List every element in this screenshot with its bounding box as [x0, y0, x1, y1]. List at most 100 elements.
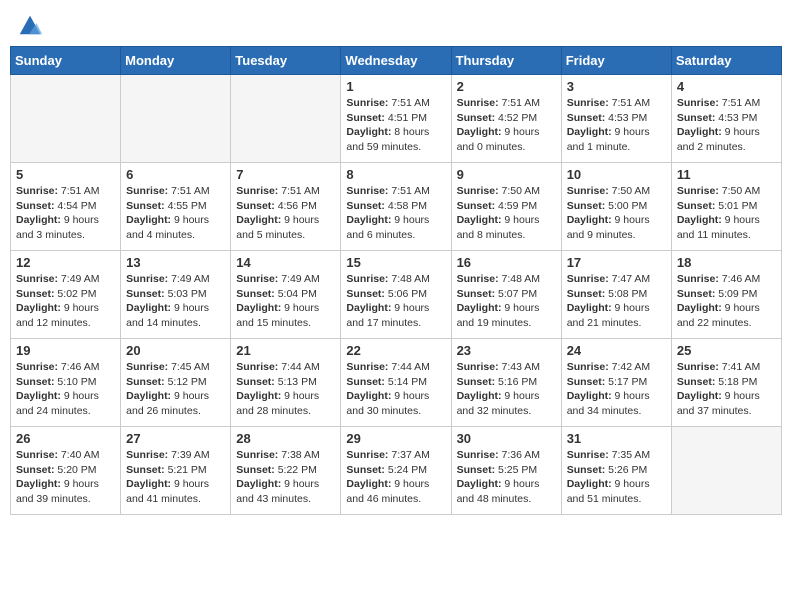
day-info: Sunrise: 7:40 AMSunset: 5:20 PMDaylight:…	[16, 448, 115, 507]
day-cell: 7 Sunrise: 7:51 AMSunset: 4:56 PMDaylight…	[231, 163, 341, 251]
day-info: Sunrise: 7:39 AMSunset: 5:21 PMDaylight:…	[126, 448, 225, 507]
day-info: Sunrise: 7:51 AMSunset: 4:52 PMDaylight:…	[457, 96, 556, 155]
day-number: 29	[346, 431, 445, 446]
day-header-friday: Friday	[561, 47, 671, 75]
day-number: 27	[126, 431, 225, 446]
day-cell: 3 Sunrise: 7:51 AMSunset: 4:53 PMDaylight…	[561, 75, 671, 163]
day-cell: 18 Sunrise: 7:46 AMSunset: 5:09 PMDayligh…	[671, 251, 781, 339]
day-info: Sunrise: 7:50 AMSunset: 5:01 PMDaylight:…	[677, 184, 776, 243]
day-number: 18	[677, 255, 776, 270]
day-header-wednesday: Wednesday	[341, 47, 451, 75]
day-number: 9	[457, 167, 556, 182]
day-number: 12	[16, 255, 115, 270]
day-number: 31	[567, 431, 666, 446]
day-number: 19	[16, 343, 115, 358]
day-info: Sunrise: 7:46 AMSunset: 5:09 PMDaylight:…	[677, 272, 776, 331]
day-cell: 1 Sunrise: 7:51 AMSunset: 4:51 PMDaylight…	[341, 75, 451, 163]
week-row-1: 1 Sunrise: 7:51 AMSunset: 4:51 PMDaylight…	[11, 75, 782, 163]
day-cell: 16 Sunrise: 7:48 AMSunset: 5:07 PMDayligh…	[451, 251, 561, 339]
day-cell: 9 Sunrise: 7:50 AMSunset: 4:59 PMDaylight…	[451, 163, 561, 251]
day-cell: 22 Sunrise: 7:44 AMSunset: 5:14 PMDayligh…	[341, 339, 451, 427]
page-header	[10, 10, 782, 38]
day-info: Sunrise: 7:51 AMSunset: 4:55 PMDaylight:…	[126, 184, 225, 243]
day-cell: 29 Sunrise: 7:37 AMSunset: 5:24 PMDayligh…	[341, 427, 451, 515]
day-number: 15	[346, 255, 445, 270]
day-info: Sunrise: 7:42 AMSunset: 5:17 PMDaylight:…	[567, 360, 666, 419]
week-row-3: 12Sunrise: 7:49 AMSunset: 5:02 PMDayligh…	[11, 251, 782, 339]
day-info: Sunrise: 7:37 AMSunset: 5:24 PMDaylight:…	[346, 448, 445, 507]
day-cell: 19 Sunrise: 7:46 AMSunset: 5:10 PMDayligh…	[11, 339, 121, 427]
day-cell	[11, 75, 121, 163]
day-info: Sunrise: 7:51 AMSunset: 4:54 PMDaylight:…	[16, 184, 115, 243]
day-header-sunday: Sunday	[11, 47, 121, 75]
day-number: 24	[567, 343, 666, 358]
day-cell: 10Sunrise: 7:50 AMSunset: 5:00 PMDayligh…	[561, 163, 671, 251]
logo	[14, 10, 44, 38]
day-number: 2	[457, 79, 556, 94]
day-info: Sunrise: 7:46 AMSunset: 5:10 PMDaylight:…	[16, 360, 115, 419]
day-info: Sunrise: 7:41 AMSunset: 5:18 PMDaylight:…	[677, 360, 776, 419]
day-info: Sunrise: 7:44 AMSunset: 5:14 PMDaylight:…	[346, 360, 445, 419]
day-header-thursday: Thursday	[451, 47, 561, 75]
day-cell: 4Sunrise: 7:51 AMSunset: 4:53 PMDaylight…	[671, 75, 781, 163]
day-info: Sunrise: 7:45 AMSunset: 5:12 PMDaylight:…	[126, 360, 225, 419]
day-number: 25	[677, 343, 776, 358]
logo-icon	[16, 10, 44, 38]
day-header-row: SundayMondayTuesdayWednesdayThursdayFrid…	[11, 47, 782, 75]
week-row-4: 19 Sunrise: 7:46 AMSunset: 5:10 PMDayligh…	[11, 339, 782, 427]
day-number: 5	[16, 167, 115, 182]
day-info: Sunrise: 7:48 AMSunset: 5:06 PMDaylight:…	[346, 272, 445, 331]
day-header-saturday: Saturday	[671, 47, 781, 75]
day-number: 7	[236, 167, 335, 182]
week-row-2: 5 Sunrise: 7:51 AMSunset: 4:54 PMDaylight…	[11, 163, 782, 251]
day-number: 13	[126, 255, 225, 270]
day-number: 22	[346, 343, 445, 358]
day-header-monday: Monday	[121, 47, 231, 75]
day-info: Sunrise: 7:36 AMSunset: 5:25 PMDaylight:…	[457, 448, 556, 507]
day-cell: 27 Sunrise: 7:39 AMSunset: 5:21 PMDayligh…	[121, 427, 231, 515]
day-info: Sunrise: 7:48 AMSunset: 5:07 PMDaylight:…	[457, 272, 556, 331]
day-cell: 15 Sunrise: 7:48 AMSunset: 5:06 PMDayligh…	[341, 251, 451, 339]
day-cell: 17Sunrise: 7:47 AMSunset: 5:08 PMDayligh…	[561, 251, 671, 339]
day-cell: 31Sunrise: 7:35 AMSunset: 5:26 PMDayligh…	[561, 427, 671, 515]
day-info: Sunrise: 7:51 AMSunset: 4:56 PMDaylight:…	[236, 184, 335, 243]
day-info: Sunrise: 7:51 AMSunset: 4:53 PMDaylight:…	[567, 96, 666, 155]
day-cell: 23Sunrise: 7:43 AMSunset: 5:16 PMDayligh…	[451, 339, 561, 427]
day-cell: 14Sunrise: 7:49 AMSunset: 5:04 PMDayligh…	[231, 251, 341, 339]
day-info: Sunrise: 7:50 AMSunset: 4:59 PMDaylight:…	[457, 184, 556, 243]
day-number: 20	[126, 343, 225, 358]
day-number: 11	[677, 167, 776, 182]
day-info: Sunrise: 7:44 AMSunset: 5:13 PMDaylight:…	[236, 360, 335, 419]
day-cell: 28Sunrise: 7:38 AMSunset: 5:22 PMDayligh…	[231, 427, 341, 515]
day-number: 3	[567, 79, 666, 94]
day-cell: 20 Sunrise: 7:45 AMSunset: 5:12 PMDayligh…	[121, 339, 231, 427]
day-cell: 2 Sunrise: 7:51 AMSunset: 4:52 PMDaylight…	[451, 75, 561, 163]
day-cell: 13Sunrise: 7:49 AMSunset: 5:03 PMDayligh…	[121, 251, 231, 339]
day-number: 21	[236, 343, 335, 358]
day-cell: 21 Sunrise: 7:44 AMSunset: 5:13 PMDayligh…	[231, 339, 341, 427]
week-row-5: 26Sunrise: 7:40 AMSunset: 5:20 PMDayligh…	[11, 427, 782, 515]
day-number: 28	[236, 431, 335, 446]
day-cell: 5 Sunrise: 7:51 AMSunset: 4:54 PMDaylight…	[11, 163, 121, 251]
day-header-tuesday: Tuesday	[231, 47, 341, 75]
day-cell: 6 Sunrise: 7:51 AMSunset: 4:55 PMDaylight…	[121, 163, 231, 251]
day-cell: 25 Sunrise: 7:41 AMSunset: 5:18 PMDayligh…	[671, 339, 781, 427]
day-number: 4	[677, 79, 776, 94]
day-number: 17	[567, 255, 666, 270]
day-number: 1	[346, 79, 445, 94]
day-number: 6	[126, 167, 225, 182]
calendar-table: SundayMondayTuesdayWednesdayThursdayFrid…	[10, 46, 782, 515]
day-info: Sunrise: 7:51 AMSunset: 4:58 PMDaylight:…	[346, 184, 445, 243]
day-number: 30	[457, 431, 556, 446]
day-number: 10	[567, 167, 666, 182]
day-cell: 12Sunrise: 7:49 AMSunset: 5:02 PMDayligh…	[11, 251, 121, 339]
day-number: 14	[236, 255, 335, 270]
day-number: 16	[457, 255, 556, 270]
day-cell: 11 Sunrise: 7:50 AMSunset: 5:01 PMDayligh…	[671, 163, 781, 251]
day-cell: 26Sunrise: 7:40 AMSunset: 5:20 PMDayligh…	[11, 427, 121, 515]
day-cell: 8Sunrise: 7:51 AMSunset: 4:58 PMDaylight…	[341, 163, 451, 251]
day-cell: 30 Sunrise: 7:36 AMSunset: 5:25 PMDayligh…	[451, 427, 561, 515]
day-cell	[671, 427, 781, 515]
day-cell	[121, 75, 231, 163]
day-info: Sunrise: 7:51 AMSunset: 4:51 PMDaylight:…	[346, 96, 445, 155]
